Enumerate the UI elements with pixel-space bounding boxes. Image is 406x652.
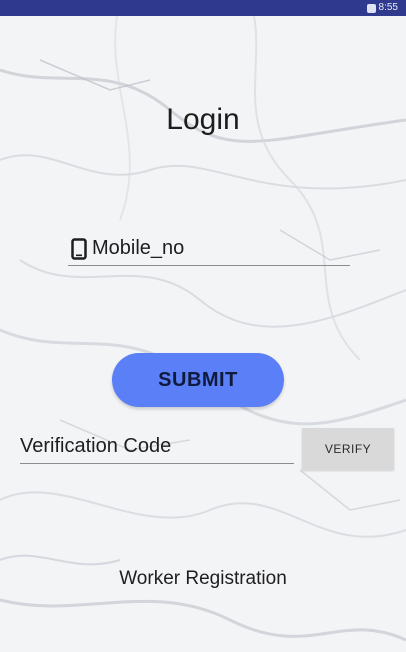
status-icons: 8:55: [366, 2, 398, 14]
page-title: Login: [166, 103, 240, 136]
mobile-input-placeholder: Mobile_no: [92, 237, 185, 259]
status-time: 8:55: [378, 2, 398, 13]
status-bar: 8:55: [0, 0, 406, 16]
battery-icon: [366, 3, 376, 13]
verification-input-placeholder: Verification Code: [20, 435, 172, 457]
worker-registration-link[interactable]: Worker Registration: [0, 566, 406, 592]
login-screen: 8:55 Login Mobile_no SUBMIT Verification…: [0, 0, 406, 652]
verify-button[interactable]: VERIFY: [302, 428, 394, 470]
mobile-number-input[interactable]: Mobile_no: [68, 232, 350, 266]
submit-button[interactable]: SUBMIT: [112, 353, 284, 407]
verification-code-input[interactable]: Verification Code: [20, 430, 294, 464]
marble-background: [0, 0, 406, 652]
phone-icon: [68, 235, 90, 263]
